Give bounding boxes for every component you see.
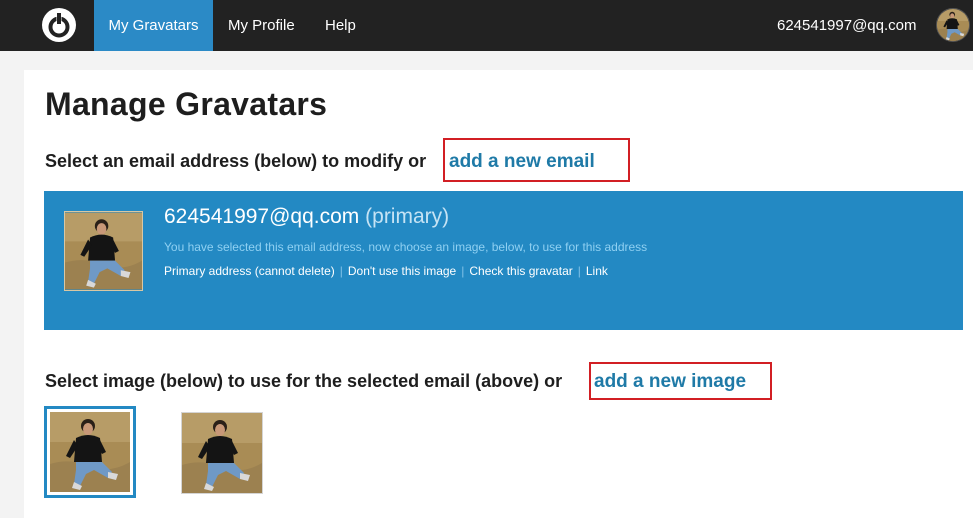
gravatar-image-option-selected[interactable] [44, 406, 136, 498]
primary-tag: (primary) [365, 205, 450, 228]
separator: | [577, 264, 581, 278]
nav-my-profile[interactable]: My Profile [228, 0, 295, 51]
gravatar-image-option[interactable] [181, 412, 263, 494]
gravatar-logo-icon[interactable] [41, 7, 77, 43]
user-avatar[interactable] [936, 8, 970, 42]
email-actions: Primary address (cannot delete) | Don't us… [164, 264, 608, 278]
account-email[interactable]: 624541997@qq.com [777, 0, 917, 51]
separator: | [461, 264, 465, 278]
add-new-image-link[interactable]: add a new image [594, 371, 746, 393]
selected-email-panel: 624541997@qq.com (primary) You have sele… [44, 191, 963, 330]
email-section-heading: Select an email address (below) to modif… [45, 151, 427, 171]
dont-use-image-link[interactable]: Don't use this image [348, 264, 456, 278]
add-new-email-link[interactable]: add a new email [449, 151, 595, 173]
separator: | [339, 264, 343, 278]
nav-my-gravatars[interactable]: My Gravatars [94, 0, 213, 51]
selected-email-address: 624541997@qq.com (primary) [164, 205, 449, 229]
image-section-heading: Select image (below) to use for the sele… [45, 371, 563, 391]
top-navigation-bar: My Gravatars My Profile Help 624541997@q… [0, 0, 973, 51]
gravatar-photo-1 [50, 412, 130, 492]
link-action[interactable]: Link [586, 264, 608, 278]
current-gravatar-thumbnail [64, 211, 143, 291]
email-address-text: 624541997@qq.com [164, 205, 360, 228]
gravatar-photo-2 [182, 413, 262, 493]
check-gravatar-link[interactable]: Check this gravatar [469, 264, 572, 278]
selection-hint: You have selected this email address, no… [164, 240, 648, 254]
page-title: Manage Gravatars [45, 86, 328, 122]
nav-help[interactable]: Help [325, 0, 356, 51]
primary-address-note: Primary address (cannot delete) [164, 264, 335, 278]
